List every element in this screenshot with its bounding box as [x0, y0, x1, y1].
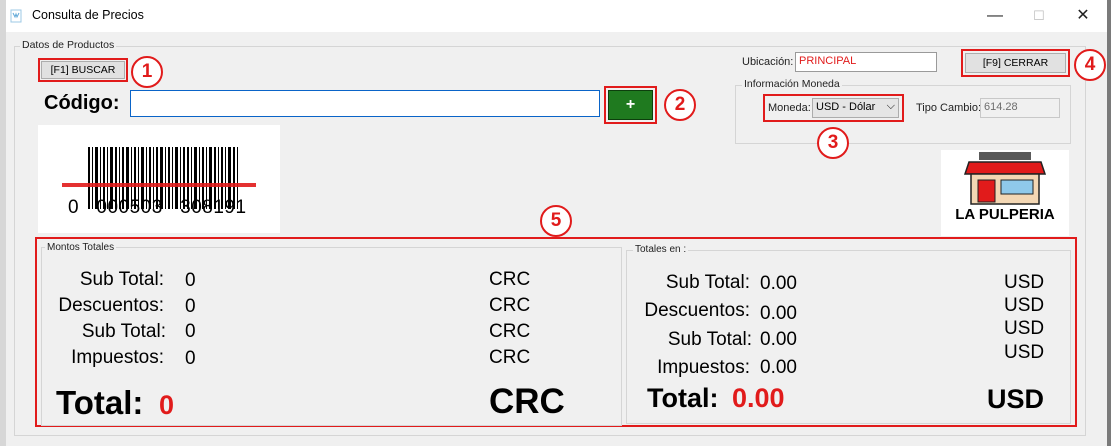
- crc-row-currency: CRC: [489, 321, 531, 342]
- annotation-badge-4: 4: [1074, 49, 1106, 81]
- chevron-down-icon: ⌵: [886, 100, 895, 112]
- usd-row-value: 0.00: [760, 357, 797, 378]
- crc-row-value: 0: [185, 270, 196, 291]
- crc-row-currency: CRC: [489, 347, 531, 368]
- crc-total-value: 0: [159, 390, 175, 420]
- usd-row-value: 0.00: [760, 329, 797, 350]
- crc-row-label: Impuestos:: [71, 347, 164, 368]
- annotation-badge-5: 5: [540, 205, 572, 237]
- montos-usd-group-label: Totales en :: [633, 244, 689, 255]
- tipo-cambio-field: 614.28: [980, 98, 1060, 118]
- logo-text: LA PULPERIA: [955, 206, 1055, 223]
- crc-row-currency: CRC: [489, 269, 531, 290]
- ubicacion-label: Ubicación:: [742, 56, 794, 68]
- crc-row-label: Descuentos:: [58, 295, 164, 316]
- barcode-digits: 0 000503 308191: [68, 197, 247, 218]
- window-right-edge: [1107, 0, 1111, 446]
- usd-row-label: Descuentos:: [644, 300, 750, 321]
- annotation-badge-3: 3: [817, 127, 849, 159]
- moneda-select[interactable]: USD - Dólar ⌵: [812, 98, 899, 118]
- moneda-label: Moneda:: [768, 102, 811, 114]
- annotation-badge-1: 1: [131, 56, 163, 88]
- productos-group-label: Datos de Productos: [20, 39, 117, 51]
- crc-row-value: 0: [185, 296, 196, 317]
- usd-total-currency: USD: [987, 384, 1045, 414]
- annotation-badge-2: 2: [664, 89, 696, 121]
- buscar-button[interactable]: [F1] BUSCAR: [41, 61, 125, 79]
- crc-row-value: 0: [185, 321, 196, 342]
- app-icon: [10, 9, 22, 23]
- codigo-input[interactable]: [130, 90, 600, 117]
- montos-crc-group-label: Montos Totales: [45, 242, 117, 253]
- pulperia-logo: LA PULPERIA: [941, 150, 1069, 236]
- crc-total-currency: CRC: [489, 382, 565, 421]
- tipo-cambio-label: Tipo Cambio:: [916, 102, 982, 114]
- add-button[interactable]: +: [608, 90, 653, 120]
- moneda-selected-value: USD - Dólar: [816, 101, 876, 113]
- close-button[interactable]: ✕: [1060, 0, 1106, 32]
- maximize-button[interactable]: ☐: [1016, 0, 1062, 32]
- usd-row-currency: USD: [1004, 342, 1045, 363]
- cerrar-button[interactable]: [F9] CERRAR: [965, 53, 1066, 73]
- store-icon: [963, 152, 1047, 205]
- barcode-image: 0 000503 308191: [38, 125, 280, 233]
- usd-total-label: Total:: [647, 383, 719, 413]
- usd-row-value: 0.00: [760, 273, 797, 294]
- moneda-group-label: Información Moneda: [742, 78, 842, 90]
- minimize-button[interactable]: —: [972, 0, 1018, 32]
- crc-total-label: Total:: [56, 384, 144, 421]
- usd-row-value: 0.00: [760, 303, 797, 324]
- ubicacion-field[interactable]: PRINCIPAL: [795, 52, 937, 72]
- crc-row-value: 0: [185, 348, 196, 369]
- usd-row-currency: USD: [1004, 272, 1045, 293]
- usd-row-currency: USD: [1004, 318, 1045, 339]
- usd-row-label: Sub Total:: [667, 329, 752, 350]
- crc-row-currency: CRC: [489, 295, 531, 316]
- usd-total-value: 0.00: [732, 383, 785, 413]
- window-title: Consulta de Precios: [32, 8, 144, 22]
- crc-row-label: Sub Total:: [81, 321, 166, 342]
- crc-row-label: Sub Total:: [79, 269, 164, 290]
- usd-row-label: Impuestos:: [657, 357, 750, 378]
- usd-row-label: Sub Total:: [665, 272, 750, 293]
- title-bar: [6, 0, 1107, 32]
- usd-row-currency: USD: [1004, 295, 1045, 316]
- codigo-label: Código:: [44, 92, 120, 114]
